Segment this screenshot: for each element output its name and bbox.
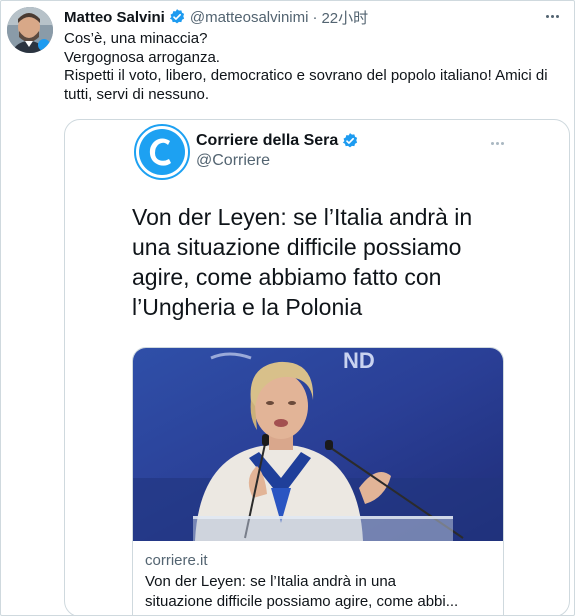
tweet-line: Rispetti il voto, libero, democratico e … xyxy=(64,67,548,85)
tweet-line: tutti, servi di nessuno. xyxy=(64,85,210,103)
quoted-text-line: l’Ungheria e la Polonia xyxy=(132,294,363,320)
link-card-title-line: situazione difficile possiamo agire, com… xyxy=(145,593,459,610)
timestamp[interactable]: 22小时 xyxy=(321,7,368,28)
author-avatar[interactable] xyxy=(7,7,53,53)
author-handle[interactable]: @matteosalvinimi xyxy=(190,9,309,26)
link-card[interactable]: ND corriere.it Von der Leyen: se l’Itali… xyxy=(132,347,504,616)
quoted-text-line: Von der Leyen: se l’Italia andrà in xyxy=(132,204,473,230)
link-card-title-line: Von der Leyen: se l’Italia andrà in una xyxy=(145,573,397,590)
link-card-image[interactable]: ND xyxy=(133,348,503,541)
more-icon[interactable] xyxy=(542,8,562,24)
quoted-text: Von der Leyen: se l’Italia andrà in una … xyxy=(132,202,552,322)
verified-badge-icon xyxy=(341,132,359,150)
author-name[interactable]: Matteo Salvini xyxy=(64,9,165,26)
tweet-line: Vergognosa arroganza. xyxy=(64,48,220,66)
tweet-header: Matteo Salvini @matteosalvinimi · 22小时 xyxy=(64,7,564,27)
more-icon[interactable] xyxy=(487,138,507,148)
backdrop-text: ND xyxy=(343,348,375,373)
corriere-c-logo[interactable] xyxy=(134,124,190,180)
quoted-tweet[interactable]: Corriere della Sera @Corriere Von der Le… xyxy=(64,119,570,616)
quoted-text-line: agire, come abbiamo fatto con xyxy=(132,264,442,290)
quoted-author-name-text: Corriere della Sera xyxy=(196,132,339,149)
link-card-title: Von der Leyen: se l’Italia andrà in una … xyxy=(145,572,497,612)
tweet-line: Cos’è, una minaccia? xyxy=(64,30,208,47)
tweet-body: Cos’è, una minaccia? Vergognosa arroganz… xyxy=(64,30,564,104)
link-card-domain: corriere.it xyxy=(145,552,208,569)
quoted-author-handle[interactable]: @Corriere xyxy=(196,152,270,170)
tweet[interactable]: Matteo Salvini @matteosalvinimi · 22小时 C… xyxy=(0,0,575,616)
quoted-author-name[interactable]: Corriere della Sera xyxy=(196,132,359,150)
quoted-text-line: una situazione difficile possiamo xyxy=(132,234,462,260)
separator-dot: · xyxy=(312,8,318,26)
verified-badge-icon xyxy=(168,8,186,26)
